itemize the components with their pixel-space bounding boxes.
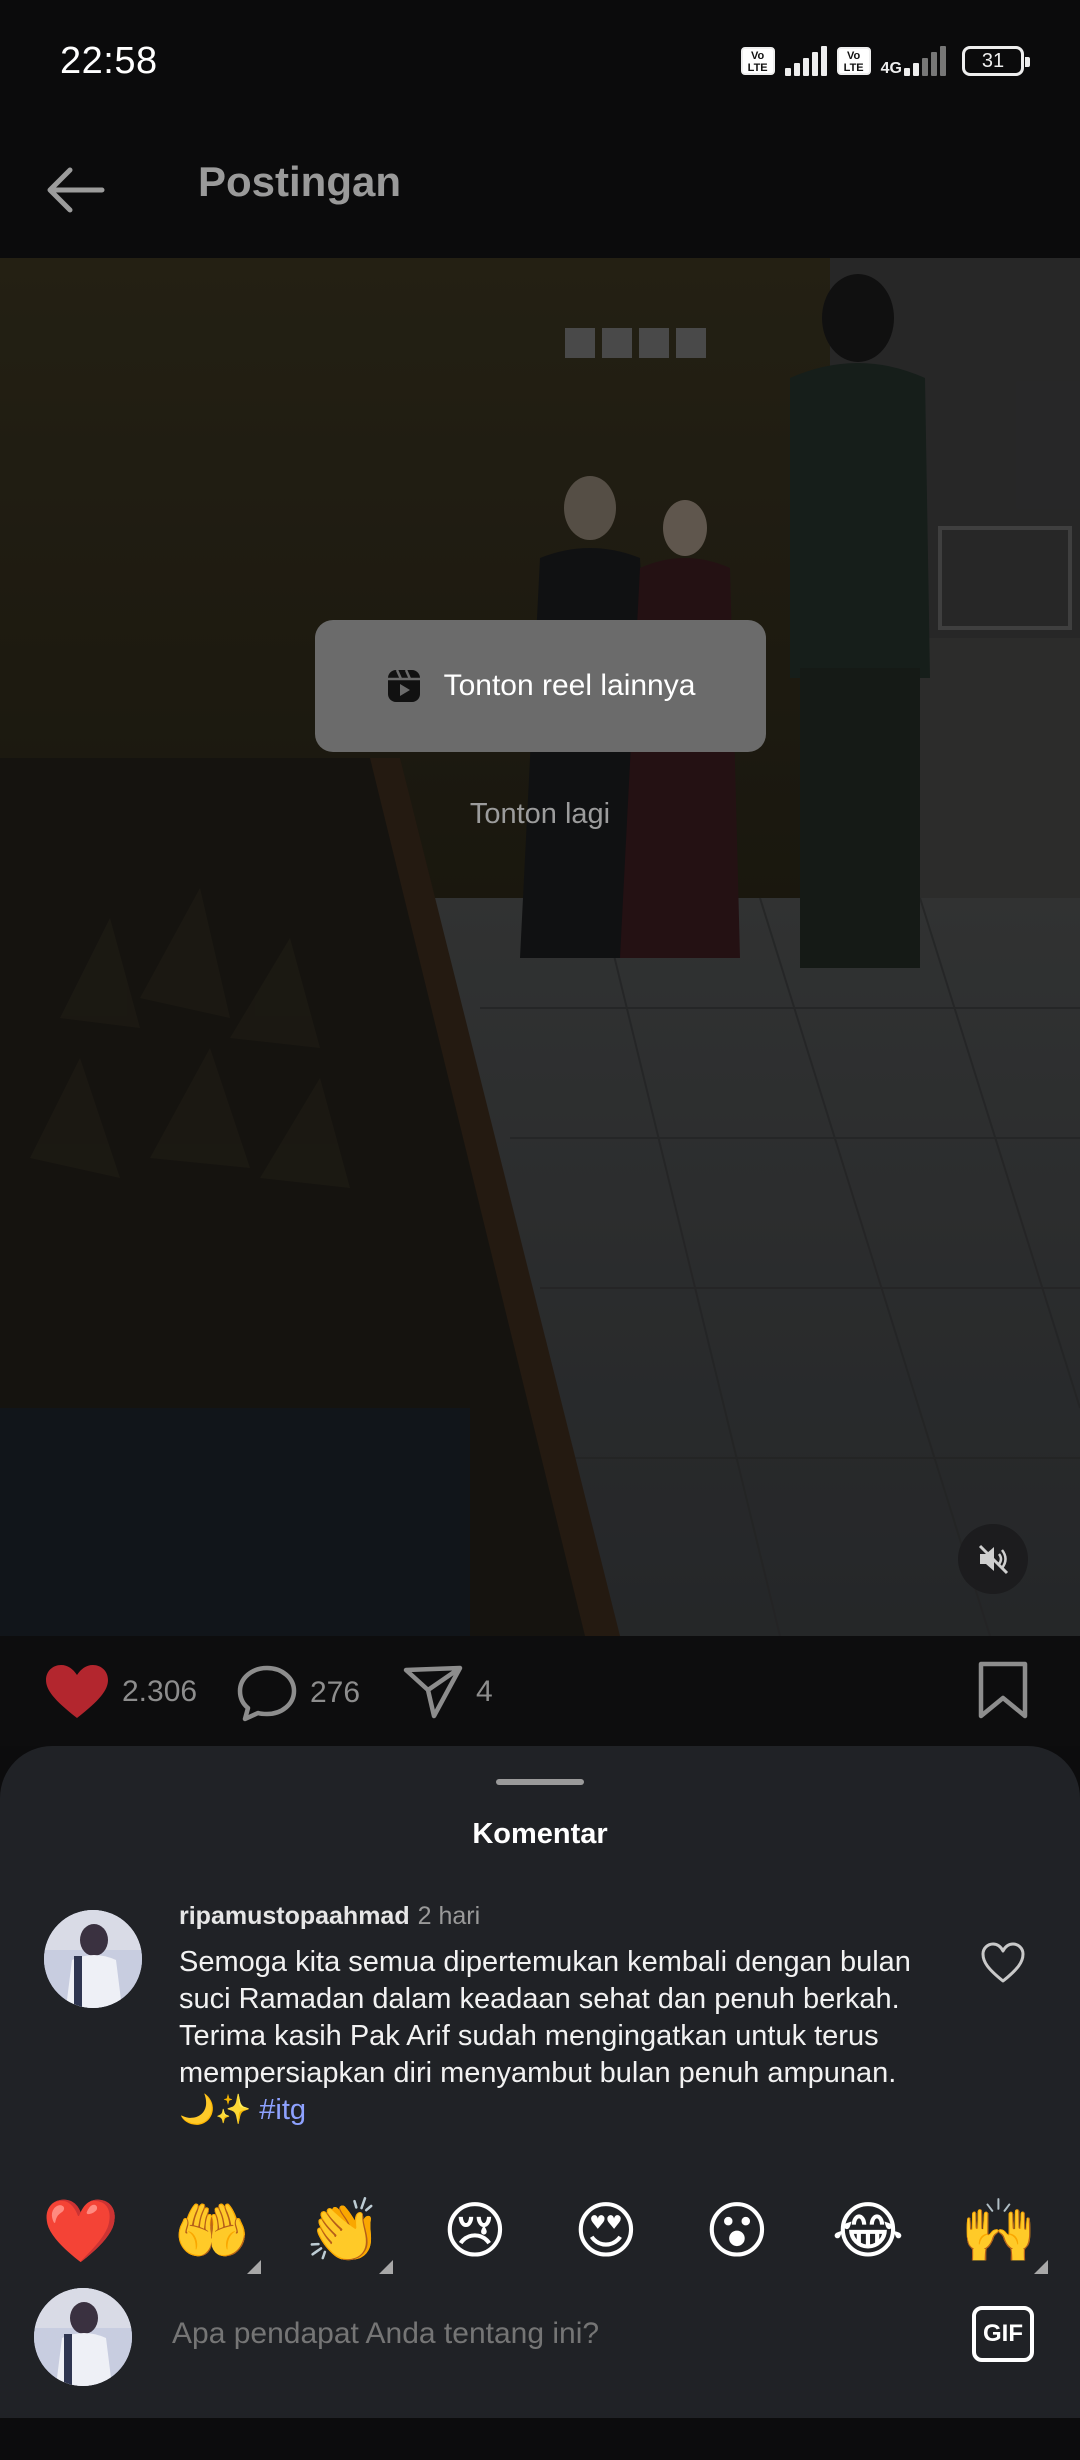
comment-input-bar: GIF (0, 2282, 1080, 2392)
comment-bubble-icon (237, 1665, 297, 1722)
signal-icon (784, 46, 827, 76)
page-title: Postingan (198, 158, 402, 205)
reaction-raised-hands[interactable]: 🙌 (954, 2186, 1048, 2276)
video-dim-overlay (0, 258, 1080, 1636)
share-button[interactable]: 4 (402, 1664, 493, 1720)
signal-icon-2 (904, 46, 946, 76)
save-button[interactable] (976, 1660, 1030, 1720)
share-count: 4 (476, 1675, 493, 1708)
system-nav-bar (0, 2418, 1080, 2460)
comment-body: Semoga kita semua dipertemukan kembali d… (179, 1944, 939, 2129)
watch-again-button[interactable]: Tonton lagi (0, 798, 1080, 831)
reaction-crying[interactable]: 😢 (430, 2186, 520, 2276)
avatar-image (44, 1910, 142, 2008)
skin-tone-indicator (247, 2260, 261, 2274)
watch-more-reels-label: Tonton reel lainnya (443, 669, 696, 702)
reaction-palms-up[interactable]: 🤲 (167, 2186, 261, 2276)
status-time: 22:58 (60, 40, 158, 82)
back-button[interactable] (40, 160, 110, 220)
comment-count: 276 (310, 1676, 361, 1709)
video-player[interactable]: Tonton reel lainnya Tonton lagi (0, 258, 1080, 1636)
top-app-bar: Postingan (0, 130, 1080, 258)
like-count: 2.306 (122, 1675, 198, 1708)
like-button[interactable]: 2.306 (44, 1664, 197, 1720)
my-avatar (34, 2288, 132, 2386)
speaker-muted-icon (978, 1544, 1009, 1575)
drag-handle[interactable] (496, 1779, 584, 1785)
mute-button[interactable] (958, 1524, 1028, 1594)
comment-username[interactable]: ripamustopaahmad (179, 1902, 410, 1930)
volte-icon-2: Vo LTE (836, 47, 871, 75)
gif-button[interactable]: GIF (972, 2306, 1034, 2362)
reaction-clap[interactable]: 👏 (299, 2186, 393, 2276)
reaction-surprised[interactable]: 😮 (692, 2186, 782, 2276)
arrow-left-icon (47, 167, 105, 213)
quick-reactions-row: ❤️ 🤲 👏 😢 😍 😮 😂 🙌 (0, 2186, 1080, 2276)
gif-label: GIF (983, 2320, 1023, 2347)
comment-hashtag[interactable]: #itg (259, 2094, 306, 2126)
network-type: 4G (881, 46, 946, 77)
battery-level: 31 (981, 49, 1005, 72)
post-actions-bar: 2.306 276 4 (0, 1636, 1080, 1746)
bookmark-icon (978, 1661, 1028, 1719)
comment-time: 2 hari (417, 1902, 481, 1930)
heart-outline-icon (981, 1942, 1025, 1983)
comment-header: ripamustopaahmad 2 hari (179, 1902, 480, 1931)
comment-like-button[interactable] (980, 1942, 1026, 1989)
reels-icon (387, 669, 420, 702)
skin-tone-indicator (1034, 2260, 1048, 2274)
reaction-heart-eyes[interactable]: 😍 (561, 2186, 651, 2276)
battery-icon: 31 (962, 46, 1030, 76)
sheet-title: Komentar (472, 1818, 608, 1850)
commenter-avatar[interactable] (44, 1910, 142, 2008)
reaction-laughing[interactable]: 😂 (823, 2186, 913, 2276)
volte-icon: Vo LTE (740, 47, 775, 75)
reaction-heart[interactable]: ❤️ (36, 2186, 126, 2276)
comment-button[interactable]: 276 (236, 1664, 360, 1722)
status-icons: Vo LTE Vo LTE 4G 31 (740, 46, 1030, 77)
skin-tone-indicator (379, 2260, 393, 2274)
watch-more-reels-button[interactable]: Tonton reel lainnya (315, 620, 766, 752)
comment-input[interactable] (170, 2316, 934, 2352)
heart-filled-icon (46, 1665, 108, 1718)
avatar-image (34, 2288, 132, 2386)
paper-plane-icon (403, 1665, 463, 1719)
status-bar: 22:58 Vo LTE Vo LTE 4G 31 (0, 0, 1080, 130)
